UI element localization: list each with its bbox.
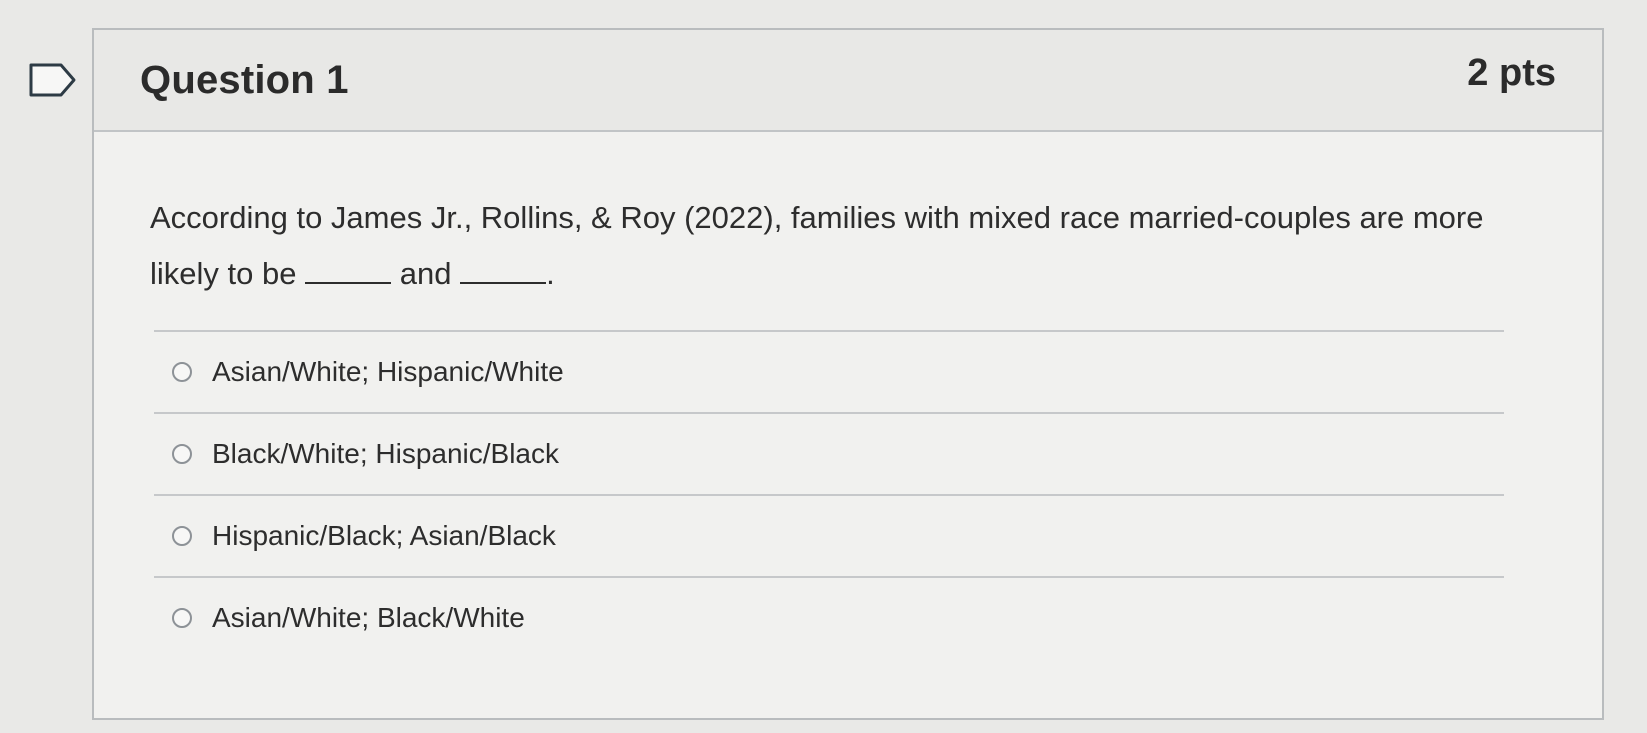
radio-button-icon[interactable] bbox=[172, 526, 192, 546]
answer-label: Asian/White; Black/White bbox=[212, 602, 525, 633]
question-title: Question 1 bbox=[140, 58, 349, 102]
answer-option-4[interactable]: Asian/White; Black/White bbox=[154, 578, 1504, 658]
question-card: Question 1 2 pts According to James Jr.,… bbox=[92, 28, 1604, 720]
answer-option-1[interactable]: Asian/White; Hispanic/White bbox=[154, 332, 1504, 412]
radio-button-icon[interactable] bbox=[172, 608, 192, 628]
question-text-middle: and bbox=[399, 256, 452, 291]
radio-button-icon[interactable] bbox=[172, 362, 192, 382]
question-points: 2 pts bbox=[1467, 52, 1556, 94]
flag-question-icon[interactable] bbox=[28, 62, 80, 98]
answer-label: Black/White; Hispanic/Black bbox=[212, 438, 560, 469]
answer-list: Asian/White; Hispanic/White Black/White;… bbox=[154, 330, 1504, 658]
question-body: According to James Jr., Rollins, & Roy (… bbox=[94, 132, 1602, 718]
radio-button-icon[interactable] bbox=[172, 444, 192, 464]
answer-option-2[interactable]: Black/White; Hispanic/Black bbox=[154, 414, 1504, 494]
question-text: According to James Jr., Rollins, & Roy (… bbox=[150, 190, 1550, 302]
answer-label: Hispanic/Black; Asian/Black bbox=[212, 520, 556, 551]
answer-option-3[interactable]: Hispanic/Black; Asian/Black bbox=[154, 496, 1504, 576]
fill-in-blank-1 bbox=[305, 256, 392, 284]
question-text-end: . bbox=[546, 256, 555, 291]
answer-label: Asian/White; Hispanic/White bbox=[212, 356, 564, 387]
fill-in-blank-2 bbox=[460, 256, 547, 284]
question-header: Question 1 2 pts bbox=[94, 30, 1602, 132]
